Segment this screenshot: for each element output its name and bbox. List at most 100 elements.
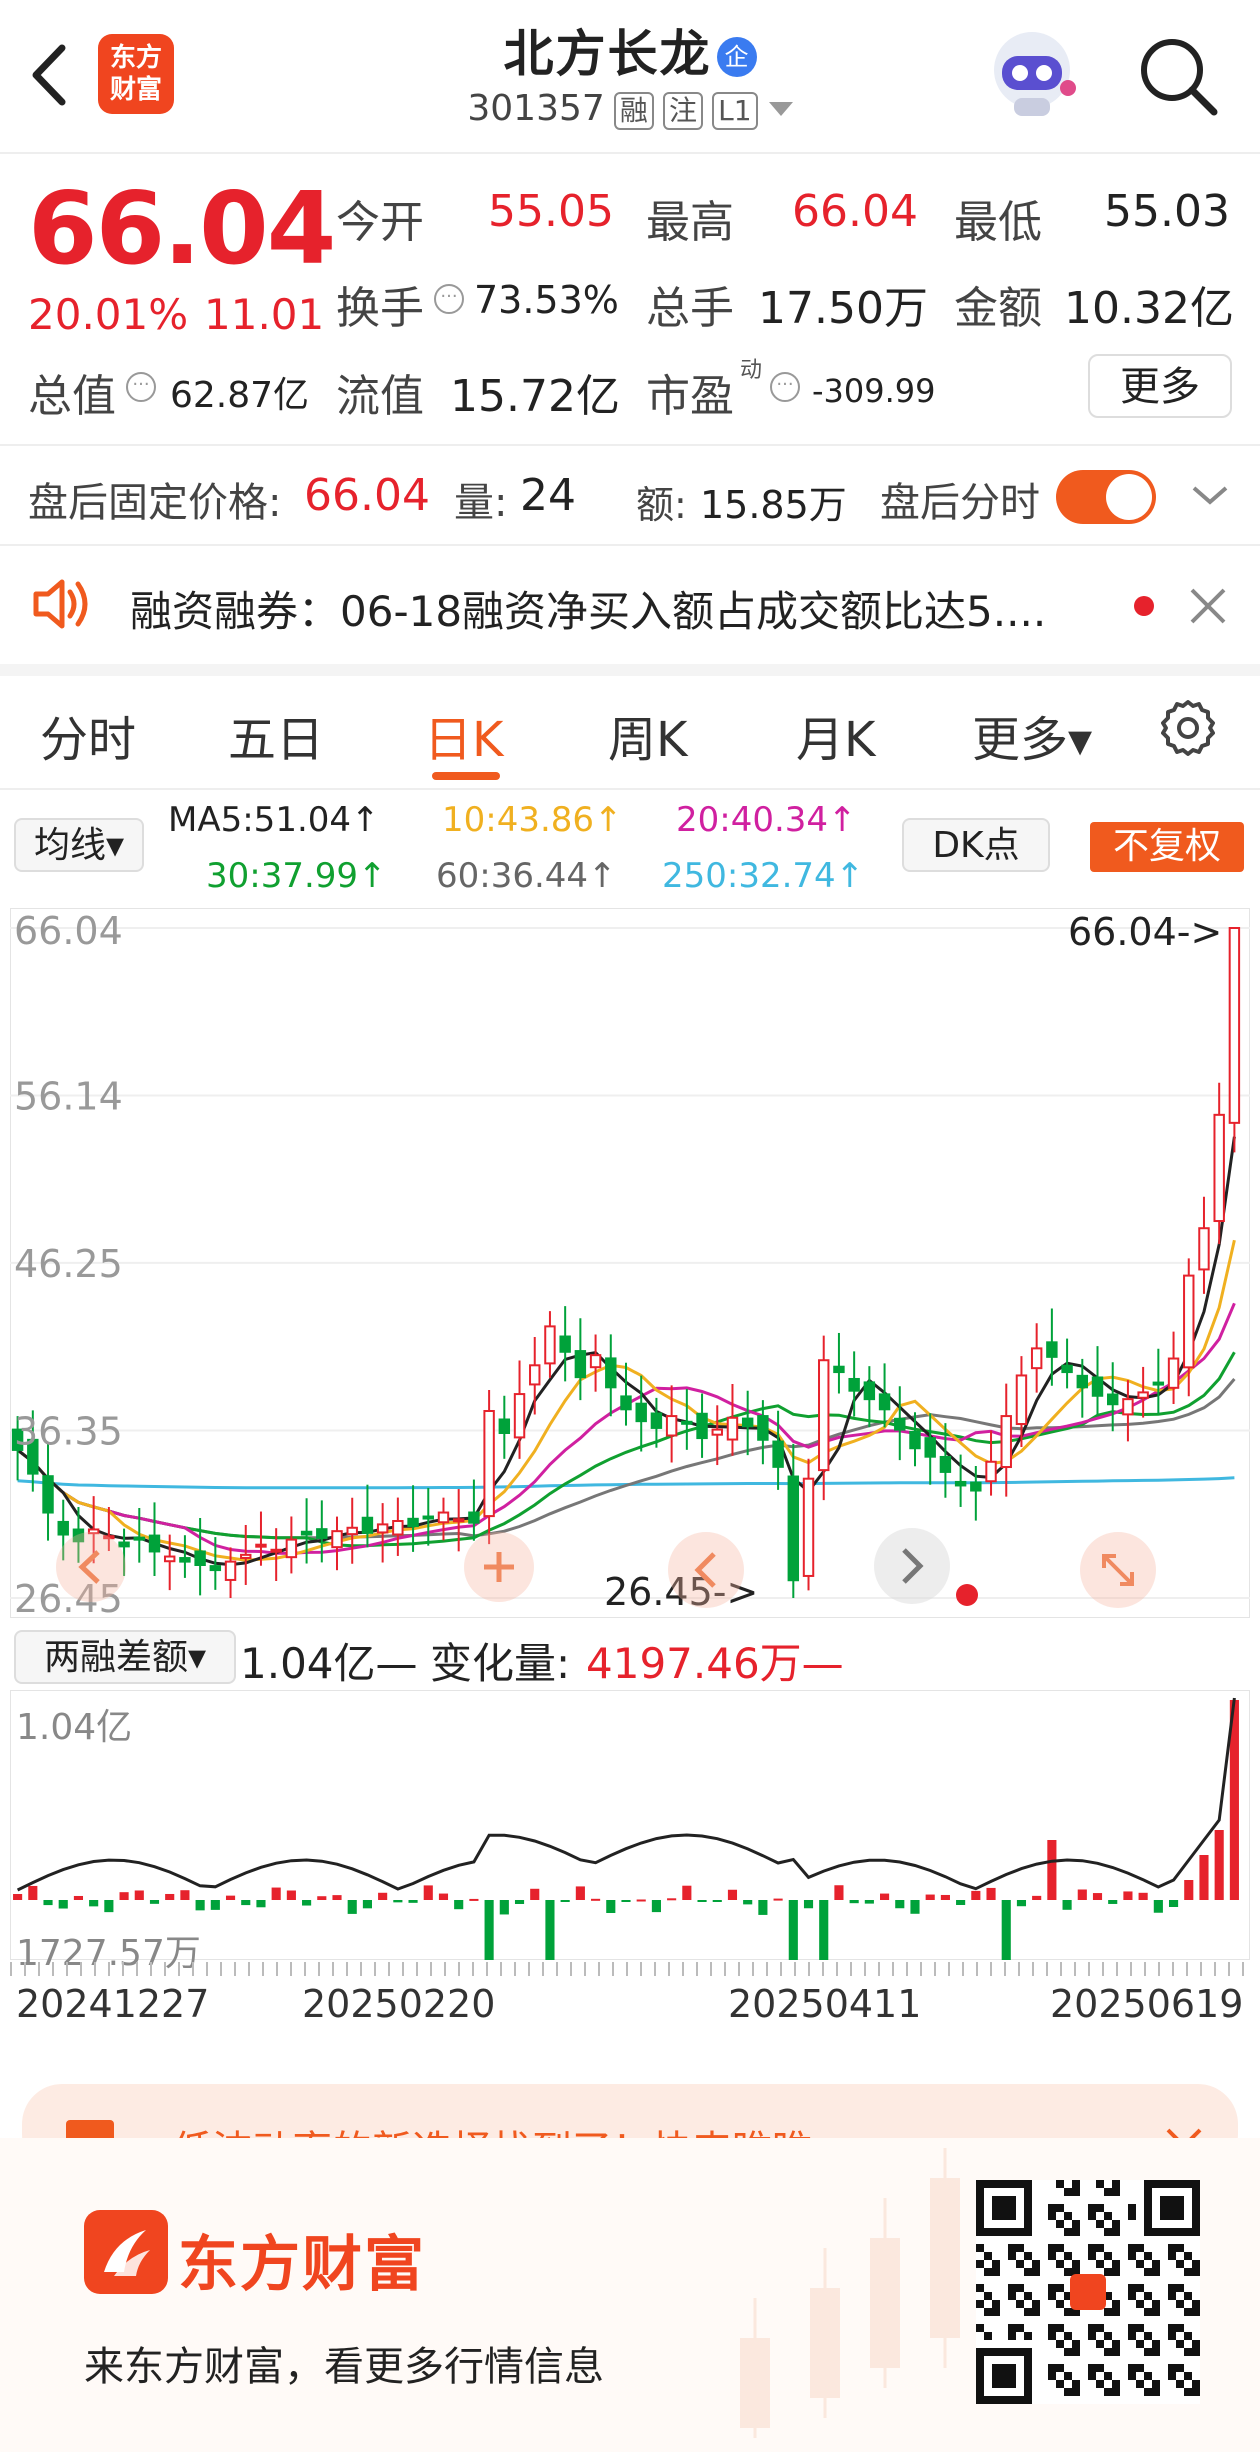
candle-body [589, 1354, 602, 1369]
toggle-knob [1106, 474, 1152, 520]
tab-monthly-k[interactable]: 月K [796, 700, 875, 770]
search-icon[interactable] [1134, 32, 1224, 122]
margin-bar [149, 1900, 160, 1904]
level-badge: L1 [712, 92, 758, 130]
margin-selector[interactable]: 两融差额▾ [14, 1630, 236, 1684]
candle-body [924, 1437, 936, 1458]
margin-bar [393, 1900, 403, 1903]
ma-selector[interactable]: 均线▾ [14, 818, 144, 872]
brand-name: 东方财富 [178, 2230, 426, 2300]
margin-bar [1001, 1900, 1011, 1960]
margin-bar [469, 1898, 479, 1901]
candle-body [452, 1518, 465, 1523]
margin-bar [834, 1885, 844, 1900]
tab-five-day[interactable]: 五日 [228, 700, 324, 770]
margin-bar [819, 1900, 829, 1960]
tab-intraday[interactable]: 分时 [40, 700, 136, 770]
margin-bar [925, 1894, 935, 1900]
info-icon[interactable]: ··· [434, 284, 464, 314]
candle-body [772, 1440, 784, 1468]
candle-body [1030, 1347, 1043, 1370]
more-button[interactable]: 更多 [1088, 354, 1232, 418]
margin-bar [788, 1900, 798, 1960]
y-tick-label: 46.25 [14, 1242, 123, 1286]
robot-avatar-icon[interactable] [984, 26, 1080, 122]
after-hours-price: 66.04 [304, 470, 430, 521]
info-icon[interactable]: ··· [126, 372, 156, 402]
expand-icon[interactable] [1080, 1532, 1156, 1608]
candle-body [209, 1565, 222, 1572]
after-hours-vol-label: 量: [454, 480, 508, 526]
pe-superscript: 动 [740, 358, 763, 383]
margin-change-label: 变化量: [430, 1639, 571, 1688]
chevron-down-icon[interactable] [768, 102, 793, 116]
margin-bar [743, 1900, 753, 1905]
candle-body [818, 1359, 830, 1472]
float-cap-value: 15.72亿 [450, 371, 620, 422]
candle-body [529, 1364, 541, 1386]
next-icon[interactable] [874, 1528, 950, 1604]
chevron-down-icon[interactable] [1190, 480, 1230, 510]
margin-bar [210, 1900, 220, 1910]
info-icon[interactable]: ··· [770, 372, 800, 402]
close-icon[interactable] [1186, 584, 1230, 628]
margin-bar [545, 1900, 555, 1960]
margin-bar [1032, 1895, 1042, 1900]
notice-text[interactable]: 融资融券：06-18融资净买入额占成交额比达5.... [130, 578, 1046, 639]
margin-chart[interactable] [9, 1689, 1251, 1961]
candle-body [605, 1357, 617, 1389]
margin-bar [1184, 1880, 1194, 1900]
candle-body [1198, 1227, 1210, 1271]
candle-body [894, 1417, 906, 1431]
enterprise-badge: 企 [716, 37, 757, 77]
candle-body [163, 1555, 176, 1563]
qr-code[interactable] [976, 2180, 1200, 2404]
margin-bar [104, 1900, 114, 1913]
footer-panel: 东方财富 来东方财富，看更多行情信息 [0, 2138, 1260, 2452]
tab-more[interactable]: 更多▾ [972, 700, 1092, 770]
margin-bar [758, 1900, 768, 1915]
adjust-button[interactable]: 不复权 [1090, 822, 1244, 872]
candle-body [1091, 1376, 1104, 1397]
candle-body [392, 1519, 404, 1536]
candle-body [285, 1538, 298, 1559]
candle-body [787, 1475, 800, 1582]
margin-bar [940, 1894, 950, 1900]
after-hours-amt: 15.85万 [700, 483, 847, 527]
amount-label: 金额 [954, 283, 1042, 334]
margin-bar [499, 1900, 509, 1915]
pe-value: -309.99 [812, 372, 936, 410]
margin-bar [484, 1900, 494, 1960]
candle-body [1015, 1374, 1028, 1426]
margin-bar [302, 1900, 312, 1906]
candle-body [741, 1417, 754, 1428]
dk-point-button[interactable]: DK点 [902, 818, 1050, 872]
after-hours-toggle[interactable] [1056, 470, 1156, 524]
margin-bar [13, 1894, 23, 1900]
gear-icon[interactable] [1156, 696, 1220, 760]
speaker-icon [30, 574, 94, 634]
x-date-2: 20250220 [302, 1982, 496, 2026]
y-tick-label: 66.04 [14, 909, 123, 953]
candle-body [179, 1557, 191, 1563]
kline-chart[interactable]: 66.04 56.14 46.25 36.35 26.45 [9, 907, 1251, 1621]
candle-body [133, 1536, 145, 1541]
candle-body [1228, 927, 1241, 1124]
tab-weekly-k[interactable]: 周K [608, 700, 687, 770]
open-label: 今开 [336, 197, 424, 248]
zoom-in-icon[interactable] [464, 1532, 534, 1602]
tab-daily-k[interactable]: 日K [424, 700, 503, 770]
candle-body [270, 1548, 282, 1553]
margin-bar [378, 1892, 388, 1900]
ma60-value: 60:36.44↑ [436, 856, 617, 896]
candle-body [407, 1517, 419, 1528]
candle-body [1152, 1381, 1165, 1386]
candle-body [1107, 1393, 1119, 1406]
left-arrow-icon[interactable] [56, 1532, 126, 1602]
margin-bar [986, 1887, 996, 1900]
candle-body [970, 1481, 982, 1492]
candle-body [665, 1415, 678, 1437]
margin-bar [530, 1888, 540, 1900]
margin-bar [956, 1900, 966, 1905]
prev-icon[interactable] [668, 1532, 744, 1608]
